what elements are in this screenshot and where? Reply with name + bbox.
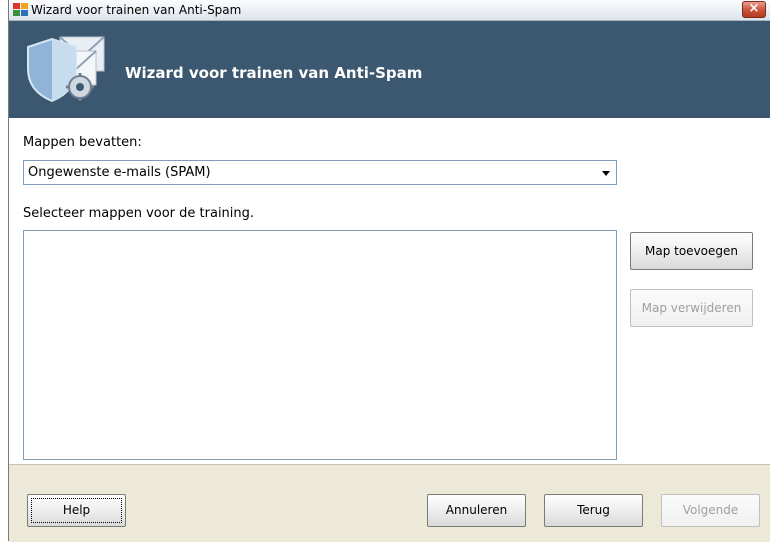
wizard-window: Wizard voor trainen van Anti-Spam × Wiza… xyxy=(8,0,770,542)
remove-folder-label: Map verwijderen xyxy=(641,301,742,315)
close-icon: × xyxy=(748,1,760,16)
wizard-footer: Help Annuleren Terug Volgende xyxy=(9,464,770,542)
chevron-down-icon[interactable] xyxy=(602,171,610,176)
next-label: Volgende xyxy=(682,503,739,517)
folders-list[interactable] xyxy=(23,230,617,460)
title-bar[interactable]: Wizard voor trainen van Anti-Spam × xyxy=(9,0,770,21)
window-title: Wizard voor trainen van Anti-Spam xyxy=(31,3,242,17)
wizard-content: Mappen bevatten: Ongewenste e-mails (SPA… xyxy=(9,118,770,464)
back-button[interactable]: Terug xyxy=(544,494,643,527)
folders-contain-label: Mappen bevatten: xyxy=(23,135,142,150)
next-button[interactable]: Volgende xyxy=(661,494,760,527)
avg-app-icon xyxy=(13,3,28,16)
remove-folder-button[interactable]: Map verwijderen xyxy=(630,289,753,327)
wizard-header: Wizard voor trainen van Anti-Spam xyxy=(9,21,770,118)
add-folder-label: Map toevoegen xyxy=(645,244,738,258)
folder-type-select[interactable]: Ongewenste e-mails (SPAM) xyxy=(23,160,617,185)
help-button[interactable]: Help xyxy=(27,494,126,527)
close-button[interactable]: × xyxy=(742,1,766,18)
header-title: Wizard voor trainen van Anti-Spam xyxy=(125,64,423,82)
shield-mail-icon xyxy=(27,36,105,103)
add-folder-button[interactable]: Map toevoegen xyxy=(630,232,753,270)
cancel-label: Annuleren xyxy=(445,503,508,517)
select-folders-label: Selecteer mappen voor de training. xyxy=(23,206,255,221)
focus-ring xyxy=(31,498,122,523)
folder-type-value: Ongewenste e-mails (SPAM) xyxy=(28,165,211,180)
cancel-button[interactable]: Annuleren xyxy=(427,494,526,527)
back-label: Terug xyxy=(577,503,610,517)
